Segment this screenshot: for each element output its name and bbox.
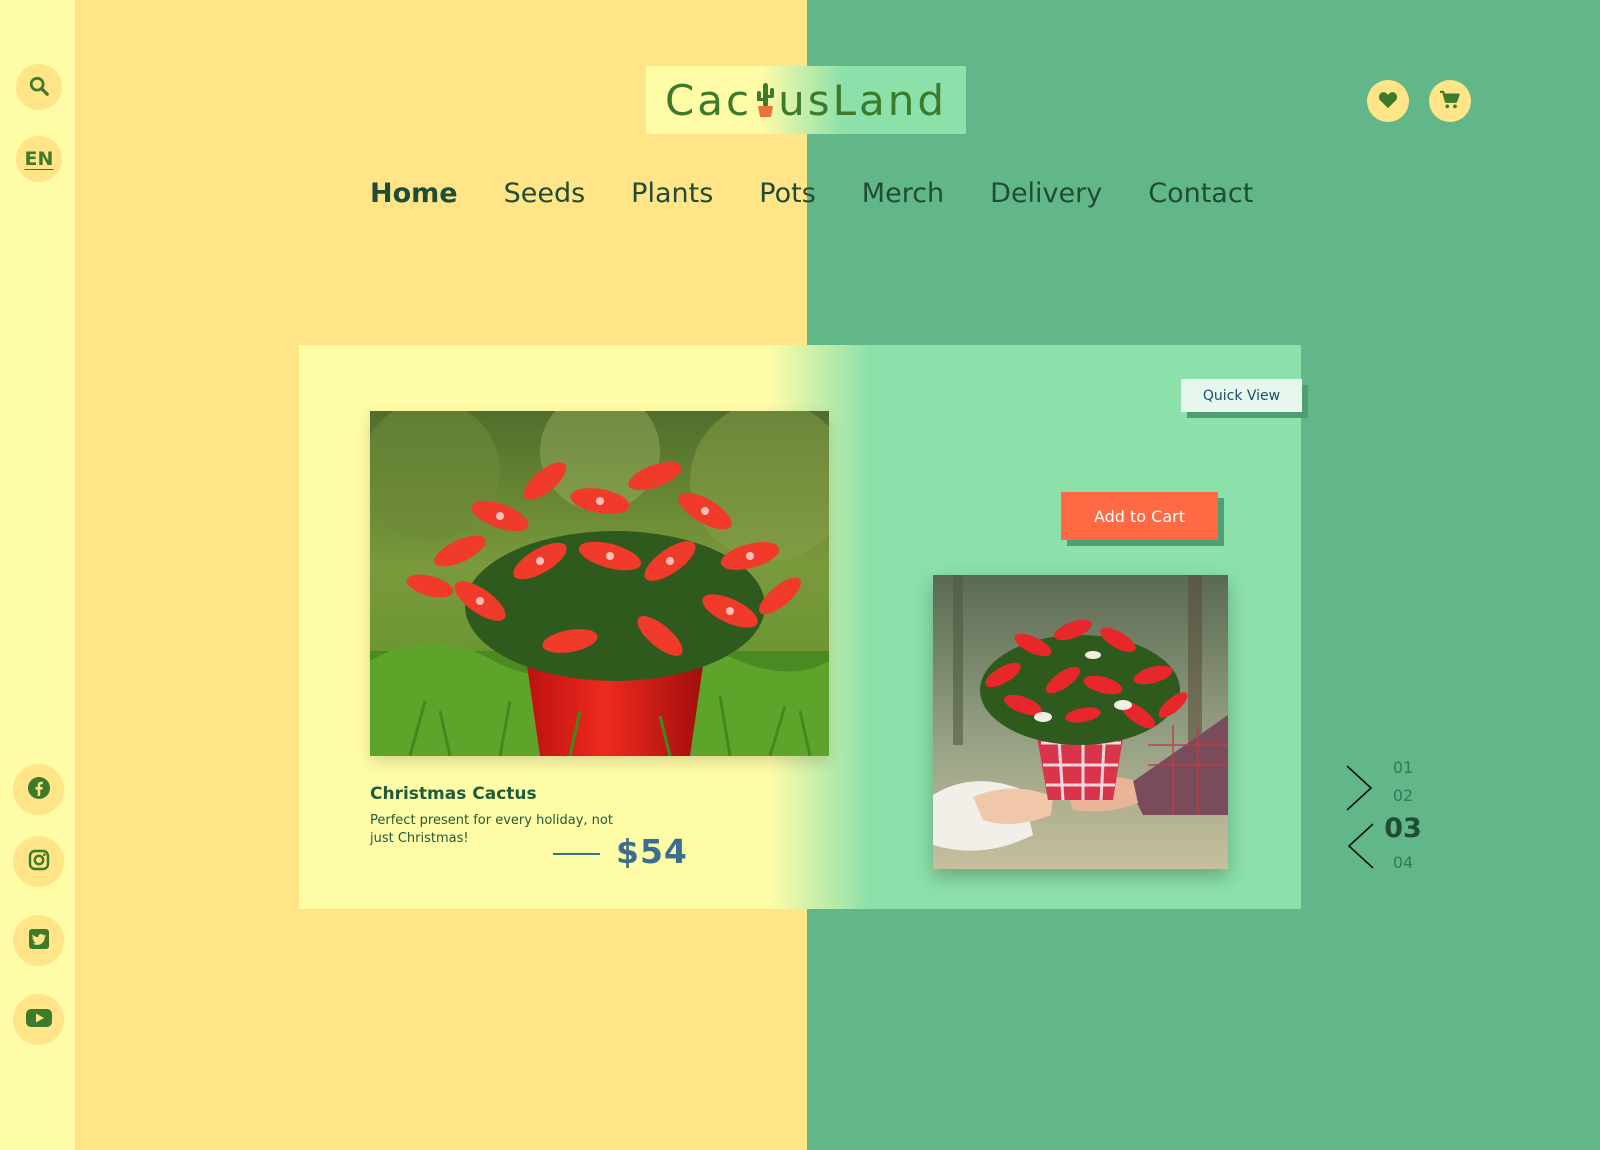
logo-text: Cac usLand xyxy=(665,76,947,125)
product-price: $54 xyxy=(616,832,688,871)
instagram-icon xyxy=(27,848,51,875)
twitter-link[interactable] xyxy=(13,915,64,966)
heart-icon xyxy=(1378,91,1398,112)
language-label: EN xyxy=(24,148,54,170)
twitter-icon xyxy=(27,927,51,954)
nav-item-pots[interactable]: Pots xyxy=(759,178,816,209)
nav-item-contact[interactable]: Contact xyxy=(1148,178,1253,209)
product-name: Christmas Cactus xyxy=(370,784,537,804)
cart-button[interactable] xyxy=(1429,80,1471,122)
add-to-cart-button[interactable]: Add to Cart xyxy=(1061,492,1218,540)
cart-icon xyxy=(1439,90,1461,113)
prev-arrow[interactable] xyxy=(1345,822,1375,874)
product-photo-secondary[interactable] xyxy=(933,575,1228,869)
nav-item-merch[interactable]: Merch xyxy=(862,178,944,209)
youtube-icon xyxy=(25,1007,53,1032)
nav-item-home[interactable]: Home xyxy=(370,178,458,209)
nav-item-delivery[interactable]: Delivery xyxy=(990,178,1102,209)
quick-view-button[interactable]: Quick View xyxy=(1181,379,1302,412)
facebook-icon xyxy=(27,776,51,803)
nav-item-seeds[interactable]: Seeds xyxy=(504,178,586,209)
next-arrow[interactable] xyxy=(1345,764,1375,816)
price-divider xyxy=(553,853,600,855)
product-description: Perfect present for every holiday, not j… xyxy=(370,813,613,846)
pager-item[interactable]: 04 xyxy=(1373,853,1433,872)
product-photo-main[interactable] xyxy=(370,411,829,756)
site-logo[interactable]: Cac usLand xyxy=(646,66,966,134)
search-icon xyxy=(28,75,50,100)
logo-text-end: usLand xyxy=(778,75,948,125)
nav-item-plants[interactable]: Plants xyxy=(631,178,713,209)
language-selector[interactable]: EN xyxy=(16,136,62,182)
instagram-link[interactable] xyxy=(13,836,64,887)
logo-text-start: Cac xyxy=(664,75,753,125)
pager-item[interactable]: 01 xyxy=(1373,758,1433,777)
pager-item-active[interactable]: 03 xyxy=(1373,813,1433,844)
facebook-link[interactable] xyxy=(13,764,64,815)
youtube-link[interactable] xyxy=(13,994,64,1045)
main-nav: Home Seeds Plants Pots Merch Delivery Co… xyxy=(370,178,1299,209)
wishlist-button[interactable] xyxy=(1367,80,1409,122)
pager-item[interactable]: 02 xyxy=(1373,786,1433,805)
search-button[interactable] xyxy=(16,64,62,110)
cactus-icon xyxy=(753,79,777,119)
